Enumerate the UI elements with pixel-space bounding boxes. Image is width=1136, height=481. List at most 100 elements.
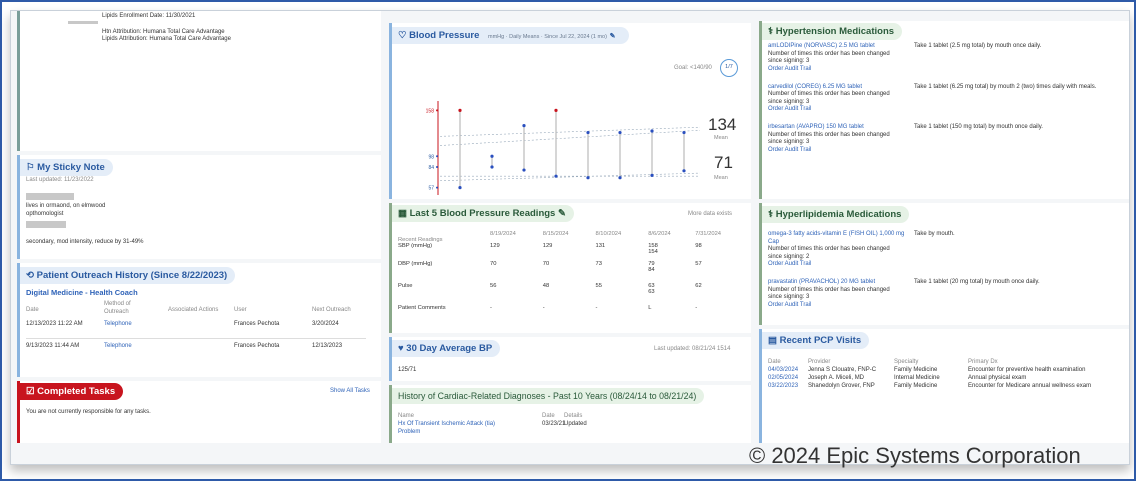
y-tick-marker (436, 109, 438, 112)
pcp-col-date: Date (768, 359, 781, 365)
cardiac-card: History of Cardiac-Related Diagnoses - P… (389, 385, 751, 443)
med-changed: Number of times this order has been chan… (768, 50, 890, 65)
pcp-col-specialty: Specialty (894, 359, 919, 365)
sticky-note-icon: ⚐ (26, 162, 38, 173)
cardiac-dx-link[interactable]: Hx Of Transient Ischemic Attack (tia) Pr… (398, 421, 508, 436)
row1-next: 3/20/2024 (312, 321, 339, 327)
outreach-header[interactable]: ⟲ Patient Outreach History (Since 8/22/2… (20, 267, 236, 284)
systolic-goal-line (439, 129, 701, 146)
cell: 129 (542, 243, 553, 249)
tasks-card: ☑ Completed Tasks Show All Tasks You are… (17, 381, 381, 443)
redacted-block (68, 21, 98, 24)
pcp-date-link[interactable]: 04/03/2024 (768, 367, 798, 375)
diastolic-goal-line (439, 172, 701, 182)
med-name-link[interactable]: omega-3 fatty acids-vitamin E (FISH OIL)… (768, 231, 906, 246)
diastolic-point (458, 186, 462, 190)
htn-meds-card: ⚕ Hypertension Medications amLODIPine (N… (759, 21, 1129, 199)
blood-pressure-card: ♡ Blood Pressure mmHg · Daily Means · Si… (389, 23, 751, 199)
table-row: SBP (mmHg) 129 129 131 158 154 98 (396, 243, 746, 261)
lipids-enrollment: Lipids Enrollment Date: 11/30/2021 (102, 13, 196, 19)
cell: 63 63 (648, 283, 655, 295)
y-tick-marker (436, 165, 438, 168)
med-changed: Number of times this order has been chan… (768, 246, 890, 260)
med-name-link[interactable]: irbesartan (AVAPRO) 150 MG tablet (768, 124, 906, 132)
outreach-title: Patient Outreach History (Since 8/22/202… (36, 270, 228, 281)
sticky-note-header[interactable]: ⚐ My Sticky Note (20, 159, 113, 176)
systolic-point (490, 154, 494, 158)
cardiac-dx-details: Updated (564, 421, 587, 427)
row-label: Patient Comments (398, 305, 446, 311)
cell: 62 (695, 283, 702, 289)
pcp-card: ▤ Recent PCP Visits Date Provider Specia… (759, 329, 1129, 443)
avg-bp-title: 30 Day Average BP (406, 343, 493, 354)
order-audit-link[interactable]: Order Audit Trail (768, 302, 811, 310)
pcp-specialty: Family Medicine (894, 383, 938, 389)
diastolic-point (618, 176, 622, 180)
med-name-link[interactable]: pravastatin (PRAVACHOL) 20 MG tablet (768, 279, 906, 287)
order-audit-link[interactable]: Order Audit Trail (768, 66, 811, 74)
edit-icon[interactable]: ✎ (555, 208, 566, 219)
avg-bp-header[interactable]: ♥ 30 Day Average BP (392, 340, 501, 357)
col-method: Method of Outreach (104, 301, 131, 315)
row1-method[interactable]: Telephone (104, 321, 132, 329)
tasks-message: You are not currently responsible for an… (26, 409, 151, 415)
avg-bp-updated: Last updated: 08/21/24 1514 (654, 346, 731, 352)
cardiac-col-name: Name (398, 413, 415, 419)
table-row: DBP (mmHg) 70 70 73 79 84 57 (396, 261, 746, 283)
pcp-dx: Annual physical exam (968, 375, 1027, 381)
pcp-date-link[interactable]: 03/22/2023 (768, 383, 798, 391)
cardiac-col-date: Date (542, 413, 555, 419)
pcp-header[interactable]: ▤ Recent PCP Visits (762, 332, 870, 349)
med-changed: Number of times this order has been chan… (768, 91, 890, 105)
htn-meds-header[interactable]: ⚕ Hypertension Medications (762, 23, 903, 40)
cardiac-header[interactable]: History of Cardiac-Related Diagnoses - P… (392, 388, 705, 404)
divider (26, 338, 366, 339)
cell: - (595, 305, 598, 311)
med-name-link[interactable]: amLODIPine (NORVASC) 2.5 MG tablet (768, 43, 906, 51)
pcp-provider: Jenna S Clouatre, FNP-C (808, 367, 877, 373)
pcp-date-link[interactable]: 02/05/2024 (768, 375, 798, 383)
outreach-program[interactable]: Digital Medicine - Health Coach (26, 289, 138, 297)
med-name-link[interactable]: carvedilol (COREG) 6.25 MG tablet (768, 84, 906, 92)
order-audit-link[interactable]: Order Audit Trail (768, 147, 811, 155)
sticky-note-updated: Last updated: 11/23/2022 (26, 177, 94, 183)
systolic-trend-line (439, 126, 701, 137)
y-tick-marker (436, 155, 438, 158)
tasks-header[interactable]: ☑ Completed Tasks (20, 383, 124, 400)
diastolic-point (586, 176, 590, 180)
cell: 129 (490, 243, 500, 249)
pcp-col-provider: Provider (808, 359, 831, 365)
diastolic-mean: 71 (714, 153, 733, 172)
systolic-point (554, 108, 558, 112)
table-icon: ▦ (398, 208, 410, 219)
pcp-title: Recent PCP Visits (779, 335, 862, 346)
diastolic-point (682, 169, 686, 173)
cell: 98 (695, 243, 702, 249)
tasks-icon: ☑ (26, 386, 38, 397)
row2-user: Frances Pechota (234, 343, 280, 349)
cell: 70 (490, 261, 497, 267)
systolic-point (522, 124, 526, 128)
row2-date: 9/13/2023 11:44 AM (26, 343, 80, 349)
cardiac-col-details: Details (564, 413, 583, 419)
pill-icon: ⚕ (768, 26, 776, 37)
med-changed: Number of times this order has been chan… (768, 286, 890, 301)
cardiac-title: History of Cardiac-Related Diagnoses - P… (398, 391, 697, 401)
order-audit-link[interactable]: Order Audit Trail (768, 106, 811, 114)
cell: 70 (542, 261, 550, 267)
calendar-icon: ▤ (768, 335, 780, 346)
redacted-block (26, 193, 74, 200)
bp-readings-header[interactable]: ▦ Last 5 Blood Pressure Readings ✎ (392, 205, 574, 222)
epic-dashboard: Lipids Enrollment Date: 11/30/2021 Htn A… (10, 10, 1130, 468)
order-audit-link[interactable]: Order Audit Trail (768, 261, 811, 269)
sticky-note-line-2: opthomologist (26, 211, 64, 217)
show-all-tasks-link[interactable]: Show All Tasks (330, 388, 370, 396)
col-user: User (234, 307, 247, 313)
table-row: Patient Comments - - - L - (396, 305, 746, 311)
hld-meds-header[interactable]: ⚕ Hyperlipidemia Medications (762, 206, 910, 223)
pcp-specialty: Family Medicine (894, 367, 938, 373)
patient-info-card: Lipids Enrollment Date: 11/30/2021 Htn A… (17, 11, 381, 151)
y-tick-label: 158 (426, 108, 435, 114)
avg-bp-card: ♥ 30 Day Average BP Last updated: 08/21/… (389, 337, 751, 381)
row2-method[interactable]: Telephone (104, 343, 132, 351)
